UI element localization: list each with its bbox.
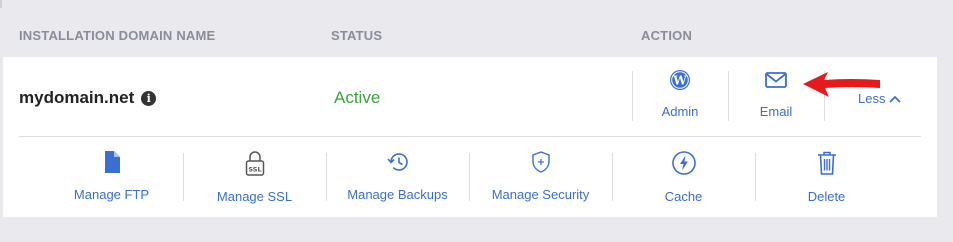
delete-button[interactable]: Delete <box>755 150 898 206</box>
action-divider <box>728 71 729 121</box>
cache-label: Cache <box>664 189 703 204</box>
trash-icon <box>816 150 838 181</box>
shield-icon <box>530 150 552 179</box>
manage-ftp-label: Manage FTP <box>73 187 150 202</box>
admin-label: Admin <box>661 104 699 119</box>
row-divider <box>19 136 921 137</box>
file-icon <box>101 150 123 179</box>
manage-security-label: Manage Security <box>491 187 590 202</box>
top-divider-stub <box>0 0 2 8</box>
info-icon[interactable]: i <box>141 90 157 106</box>
action-divider <box>632 71 633 121</box>
manage-backups-button[interactable]: Manage Backups <box>326 150 469 206</box>
domain-cell: mydomain.net i <box>19 88 157 108</box>
header-status: STATUS <box>331 28 383 43</box>
domain-name: mydomain.net <box>19 88 135 107</box>
cache-button[interactable]: Cache <box>612 150 755 206</box>
admin-button[interactable]: W Admin <box>635 69 725 125</box>
ssl-lock-icon: SSL <box>243 150 267 181</box>
manage-backups-label: Manage Backups <box>347 187 448 202</box>
manage-security-button[interactable]: Manage Security <box>469 150 612 206</box>
header-domain-name: INSTALLATION DOMAIN NAME <box>19 28 216 43</box>
envelope-icon <box>764 69 788 96</box>
svg-text:SSL: SSL <box>248 166 261 174</box>
delete-label: Delete <box>807 189 846 204</box>
wordpress-icon: W <box>669 69 691 96</box>
annotation-arrow-icon <box>803 72 880 97</box>
email-label: Email <box>759 104 793 119</box>
status-active: Active <box>334 88 381 107</box>
manage-ftp-button[interactable]: Manage FTP <box>40 150 183 206</box>
installation-row: mydomain.net i Active W Admin Email Less <box>3 57 937 217</box>
manage-ssl-button[interactable]: SSL Manage SSL <box>183 150 326 206</box>
svg-text:W: W <box>672 74 687 88</box>
chevron-up-icon <box>889 95 902 103</box>
lightning-icon <box>671 150 697 181</box>
manage-ssl-label: Manage SSL <box>216 189 293 204</box>
header-action: ACTION <box>641 28 693 43</box>
history-icon <box>385 150 411 179</box>
